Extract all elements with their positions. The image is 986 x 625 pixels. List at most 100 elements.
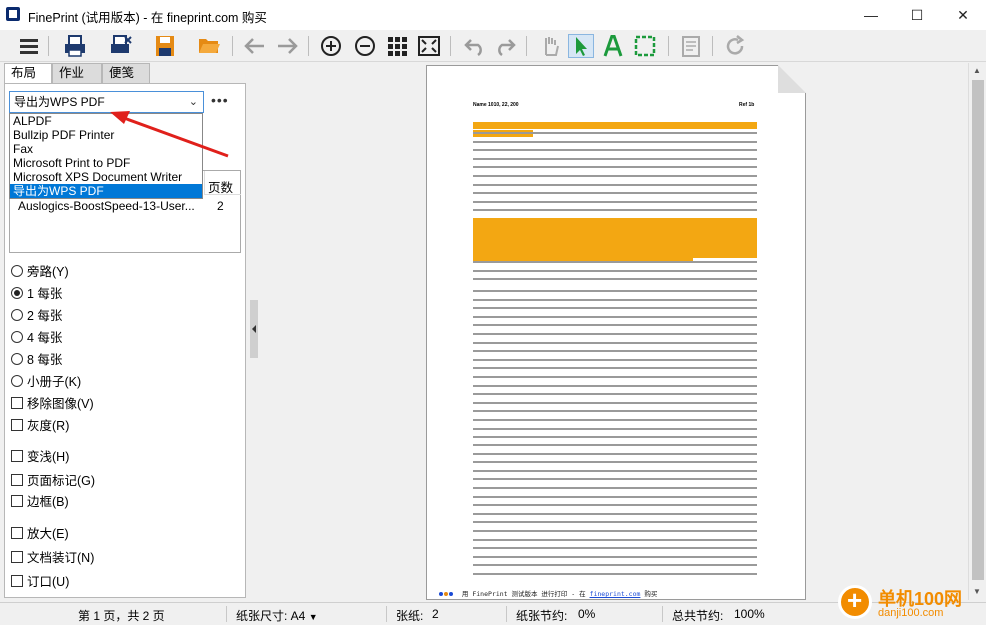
menu-icon[interactable] [16, 34, 42, 58]
more-options-button[interactable]: ••• [211, 92, 229, 108]
checkbox[interactable] [11, 473, 23, 486]
page-indicator: 第 1 页，共 2 页 [78, 609, 165, 623]
document-text-line [473, 521, 757, 524]
minimize-button[interactable]: — [848, 0, 894, 30]
crop-selection-icon[interactable] [632, 34, 658, 58]
save-icon[interactable] [152, 34, 178, 58]
status-divider [506, 606, 507, 622]
notes-icon[interactable] [678, 34, 704, 58]
refresh-icon[interactable] [722, 34, 748, 58]
fit-page-icon[interactable] [416, 34, 442, 58]
radio-button[interactable] [11, 264, 23, 277]
forward-arrow-icon[interactable] [274, 34, 300, 58]
checkbox[interactable] [11, 449, 23, 462]
option-label: 页面标记(G) [27, 474, 96, 488]
layout-checkbox-option[interactable]: 移除图像(V) [11, 393, 94, 412]
text-tool-icon[interactable] [600, 34, 626, 58]
printer-option[interactable]: ALPDF [10, 114, 202, 128]
document-text-line [473, 367, 757, 370]
radio-button[interactable] [11, 308, 23, 321]
document-text-line [473, 350, 757, 353]
tab-layout[interactable]: 布局 [4, 63, 52, 85]
back-arrow-icon[interactable] [242, 34, 268, 58]
document-text-line [473, 140, 757, 143]
document-text-line [473, 183, 757, 186]
checkbox[interactable] [11, 526, 23, 539]
document-text-line [473, 512, 757, 515]
paper-saving-label: 纸张节约: [516, 609, 568, 623]
status-divider [662, 606, 663, 622]
fineprint-app-icon [6, 7, 20, 21]
document-text-line [473, 175, 757, 177]
select-arrow-icon[interactable] [568, 34, 594, 58]
fineprint-link[interactable]: fineprint.com [590, 590, 641, 598]
toolbar-divider [450, 36, 451, 56]
paper-size-selector[interactable]: 纸张尺寸: A4 ▼ [236, 607, 318, 624]
printer-option[interactable]: Microsoft Print to PDF [10, 156, 202, 170]
document-text-line [473, 358, 757, 361]
document-text-line [473, 324, 757, 327]
tab-notes[interactable]: 便笺 [102, 63, 150, 83]
printer-select[interactable]: 导出为WPS PDF ⌄ [9, 91, 204, 113]
document-text-line [473, 427, 757, 430]
scrollbar-thumb[interactable] [972, 80, 984, 580]
layout-radio-option[interactable]: 8 每张 [11, 349, 62, 368]
checkbox[interactable] [11, 418, 23, 431]
layout-checkbox-option[interactable]: 放大(E) [11, 523, 69, 542]
layout-checkbox-option[interactable]: 灰度(R) [11, 415, 69, 434]
radio-button[interactable] [11, 330, 23, 343]
layout-checkbox-option[interactable]: 订口(U) [11, 571, 69, 590]
checkbox[interactable] [11, 494, 23, 507]
printer-option[interactable]: Bullzip PDF Printer [10, 128, 202, 142]
page-fold-corner [778, 65, 806, 93]
grid-view-icon[interactable] [384, 34, 410, 58]
layout-checkbox-option[interactable]: 边框(B) [11, 491, 69, 510]
print-preview-area: Name 1010, 22, 200 Ref 1b 用 FinePrint 测试… [262, 63, 968, 600]
document-text-line [473, 469, 757, 472]
zoom-out-icon[interactable] [352, 34, 378, 58]
open-folder-icon[interactable] [196, 34, 222, 58]
option-label: 订口(U) [27, 575, 70, 589]
printer-option[interactable]: Microsoft XPS Document Writer [10, 170, 202, 184]
hand-tool-icon[interactable] [538, 34, 564, 58]
radio-button[interactable] [11, 286, 23, 299]
tab-job[interactable]: 作业 [52, 63, 102, 83]
option-label: 变浅(H) [27, 450, 70, 464]
checkbox[interactable] [11, 550, 23, 563]
maximize-button[interactable]: ☐ [894, 0, 940, 30]
toolbar-divider [712, 36, 713, 56]
vertical-scrollbar[interactable]: ▲ ▼ [968, 63, 986, 600]
checkbox[interactable] [11, 574, 23, 587]
layout-checkbox-option[interactable]: 文档装订(N) [11, 547, 94, 566]
print-save-icon[interactable] [108, 34, 134, 58]
layout-radio-option[interactable]: 1 每张 [11, 283, 62, 302]
layout-radio-option[interactable]: 4 每张 [11, 327, 62, 346]
close-button[interactable]: ✕ [940, 0, 986, 30]
option-label: 移除图像(V) [27, 397, 94, 411]
layout-radio-option[interactable]: 小册子(K) [11, 371, 81, 390]
option-label: 边框(B) [27, 495, 69, 509]
printer-option[interactable]: Fax [10, 142, 202, 156]
job-list-item-name[interactable]: Auslogics-BoostSpeed-13-User... [18, 199, 195, 213]
layout-radio-option[interactable]: 2 每张 [11, 305, 62, 324]
printer-option[interactable]: 导出为WPS PDF [10, 184, 202, 198]
document-text-line [473, 166, 757, 169]
layout-radio-option[interactable]: 旁路(Y) [11, 261, 69, 280]
radio-button[interactable] [11, 352, 23, 365]
redo-icon[interactable] [492, 34, 518, 58]
layout-checkbox-option[interactable]: 变浅(H) [11, 446, 69, 465]
layout-checkbox-option[interactable]: 页面标记(G) [11, 470, 95, 489]
fineprint-dots-icon [439, 590, 454, 598]
panel-collapse-handle[interactable] [250, 300, 258, 358]
document-text-line [473, 573, 757, 575]
total-saving-label: 总共节约: [672, 609, 724, 623]
scroll-up-icon[interactable]: ▲ [973, 66, 981, 75]
checkbox[interactable] [11, 396, 23, 409]
toolbar-divider [308, 36, 309, 56]
zoom-in-icon[interactable] [318, 34, 344, 58]
job-list-pages-header: 页数 [208, 181, 234, 195]
undo-icon[interactable] [462, 34, 488, 58]
printer-select-value: 导出为WPS PDF [14, 95, 105, 109]
printer-icon[interactable] [62, 34, 88, 58]
radio-button[interactable] [11, 374, 23, 387]
